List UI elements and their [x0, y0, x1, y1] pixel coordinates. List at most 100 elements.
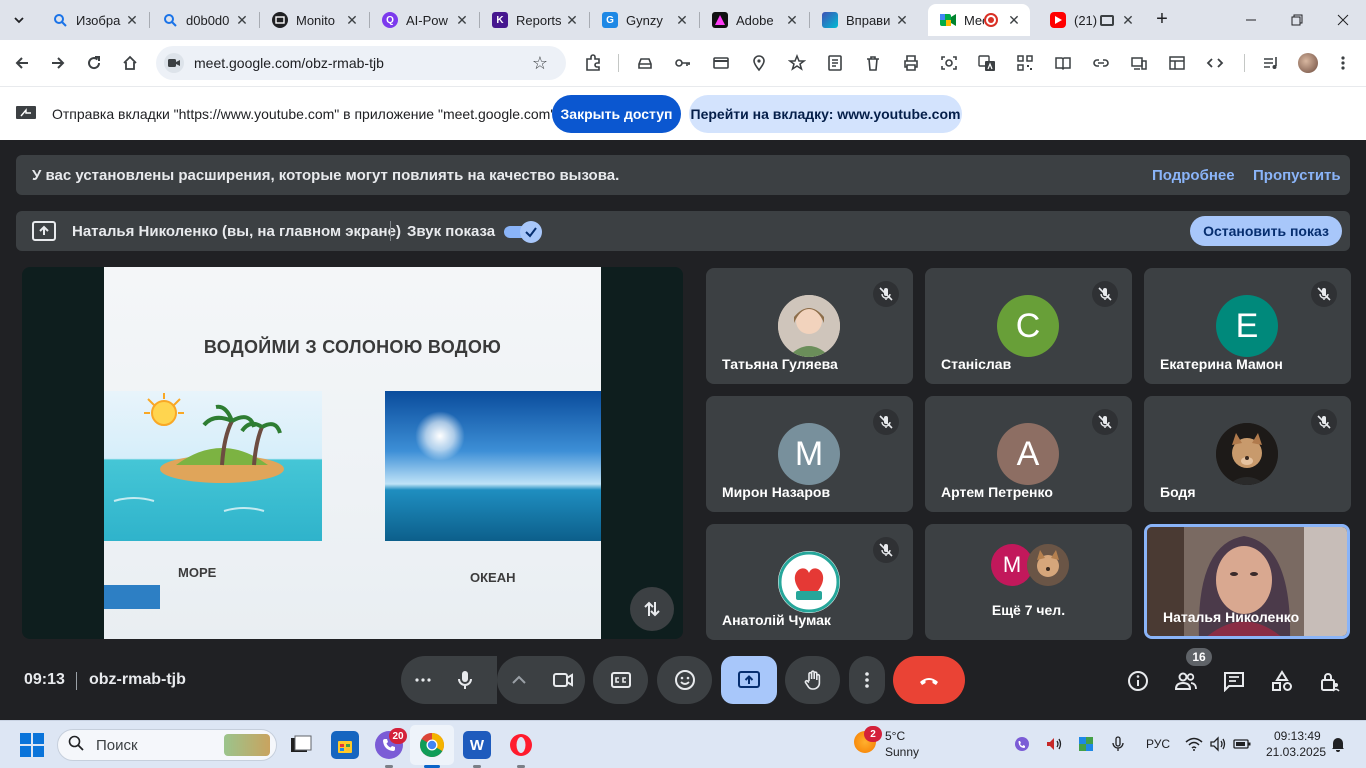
participant-tile[interactable]: Анатолій Чумак: [706, 524, 913, 640]
reading-list-icon[interactable]: [824, 52, 846, 74]
reload-button[interactable]: [82, 51, 106, 75]
back-button[interactable]: [10, 51, 34, 75]
microphone-tray-icon[interactable]: [1108, 734, 1128, 754]
clock-date[interactable]: 21.03.2025: [1266, 745, 1326, 759]
browser-tab[interactable]: Monito ✕: [260, 4, 368, 36]
maximize-button[interactable]: [1274, 0, 1320, 40]
chrome-app[interactable]: [418, 731, 446, 759]
code-icon[interactable]: [1204, 52, 1226, 74]
skip-link[interactable]: Пропустить: [1253, 167, 1341, 184]
people-button[interactable]: [1173, 668, 1199, 694]
present-now-button[interactable]: [721, 656, 777, 704]
browser-tab-active[interactable]: Mee ✕: [928, 4, 1030, 36]
link-icon[interactable]: [1090, 52, 1112, 74]
close-window-button[interactable]: [1320, 0, 1366, 40]
leave-call-button[interactable]: [893, 656, 965, 704]
participant-tile[interactable]: Татьяна Гуляева: [706, 268, 913, 384]
host-controls-button[interactable]: [1317, 668, 1343, 694]
share-audio-toggle[interactable]: [504, 221, 542, 243]
captions-button[interactable]: [593, 656, 648, 704]
clock-time[interactable]: 09:13:49: [1274, 729, 1321, 743]
volume-mixer-icon[interactable]: [1044, 734, 1064, 754]
reading-mode-icon[interactable]: [1052, 52, 1074, 74]
qr-code-icon[interactable]: [1014, 52, 1036, 74]
reactions-button[interactable]: [657, 656, 712, 704]
tab-search-button[interactable]: [6, 7, 32, 33]
task-view-button[interactable]: [287, 731, 315, 759]
close-icon[interactable]: ✕: [1118, 12, 1138, 29]
browser-tab[interactable]: (21) ✕: [1038, 4, 1144, 36]
participant-tile[interactable]: А Артем Петренко: [925, 396, 1132, 512]
star-list-icon[interactable]: [786, 52, 808, 74]
participant-tile[interactable]: Е Екатерина Мамон: [1144, 268, 1351, 384]
card-icon[interactable]: [710, 52, 732, 74]
forward-button[interactable]: [46, 51, 70, 75]
chat-button[interactable]: [1221, 668, 1247, 694]
address-bar[interactable]: meet.google.com/obz-rmab-tjb ☆: [156, 46, 566, 80]
close-icon[interactable]: ✕: [892, 12, 912, 29]
taskbar-search[interactable]: Поиск: [57, 729, 277, 761]
google-lens-icon[interactable]: [938, 52, 960, 74]
devices-icon[interactable]: [1128, 52, 1150, 74]
extensions-icon[interactable]: [582, 52, 604, 74]
site-info-icon[interactable]: [164, 53, 184, 73]
table-icon[interactable]: [1166, 52, 1188, 74]
close-icon[interactable]: ✕: [782, 12, 802, 29]
word-app[interactable]: W: [463, 731, 491, 759]
minimize-button[interactable]: [1228, 0, 1274, 40]
audio-settings-button[interactable]: [401, 669, 445, 691]
microphone-button[interactable]: [441, 656, 489, 704]
trash-icon[interactable]: [862, 52, 884, 74]
media-control-icon[interactable]: [1260, 52, 1282, 74]
wifi-icon[interactable]: [1184, 734, 1204, 754]
close-icon[interactable]: ✕: [452, 12, 472, 29]
opera-app[interactable]: [507, 731, 535, 759]
activities-button[interactable]: [1269, 668, 1295, 694]
swap-view-button[interactable]: [630, 587, 674, 631]
browser-tab[interactable]: Вправи ✕: [810, 4, 918, 36]
browser-tab[interactable]: d0b0d0 ✕: [150, 4, 258, 36]
location-pin-icon[interactable]: [748, 52, 770, 74]
close-icon[interactable]: ✕: [122, 12, 142, 29]
camera-button[interactable]: [541, 669, 585, 691]
store-app[interactable]: [331, 731, 359, 759]
viber-tray-icon[interactable]: [1012, 734, 1032, 754]
go-to-tab-button[interactable]: Перейти на вкладку: www.youtube.com: [689, 95, 962, 133]
self-view-tile[interactable]: Наталья Николенко: [1144, 524, 1350, 639]
print-icon[interactable]: [900, 52, 922, 74]
home-button[interactable]: [118, 51, 142, 75]
volume-icon[interactable]: [1208, 734, 1228, 754]
notification-bell-icon[interactable]: [1328, 734, 1348, 754]
security-shield-icon[interactable]: [1076, 734, 1096, 754]
meeting-details-button[interactable]: [1125, 668, 1151, 694]
participant-tile[interactable]: Бодя: [1144, 396, 1351, 512]
raise-hand-button[interactable]: [785, 656, 840, 704]
close-icon[interactable]: ✕: [1004, 12, 1024, 29]
more-participants-tile[interactable]: М Ещё 7 чел.: [925, 524, 1132, 640]
stop-presenting-button[interactable]: Остановить показ: [1190, 216, 1342, 246]
close-icon[interactable]: ✕: [232, 12, 252, 29]
more-menu-icon[interactable]: [1332, 52, 1354, 74]
close-icon[interactable]: ✕: [562, 12, 582, 29]
input-language[interactable]: РУС: [1146, 737, 1170, 751]
browser-tab[interactable]: Adobe ✕: [700, 4, 808, 36]
bookmark-star-icon[interactable]: ☆: [528, 53, 552, 74]
url-text[interactable]: meet.google.com/obz-rmab-tjb: [194, 55, 528, 71]
profile-avatar[interactable]: [1298, 53, 1318, 73]
stop-sharing-button[interactable]: Закрыть доступ: [552, 95, 681, 133]
key-icon[interactable]: [672, 52, 694, 74]
browser-tab[interactable]: K Reports ✕: [480, 4, 588, 36]
browser-tab[interactable]: Изобра ✕: [40, 4, 148, 36]
learn-more-link[interactable]: Подробнее: [1152, 167, 1235, 184]
browser-tab[interactable]: G Gynzy ✕: [590, 4, 698, 36]
participant-tile[interactable]: С Станіслав: [925, 268, 1132, 384]
close-icon[interactable]: ✕: [672, 12, 692, 29]
participant-tile[interactable]: М Мирон Назаров: [706, 396, 913, 512]
new-tab-button[interactable]: +: [1150, 8, 1174, 32]
translate-icon[interactable]: [976, 52, 998, 74]
car-icon[interactable]: [634, 52, 656, 74]
video-settings-button[interactable]: [497, 669, 541, 691]
browser-tab[interactable]: Q AI-Pow ✕: [370, 4, 478, 36]
battery-icon[interactable]: [1232, 734, 1252, 754]
more-options-button[interactable]: [849, 656, 885, 704]
